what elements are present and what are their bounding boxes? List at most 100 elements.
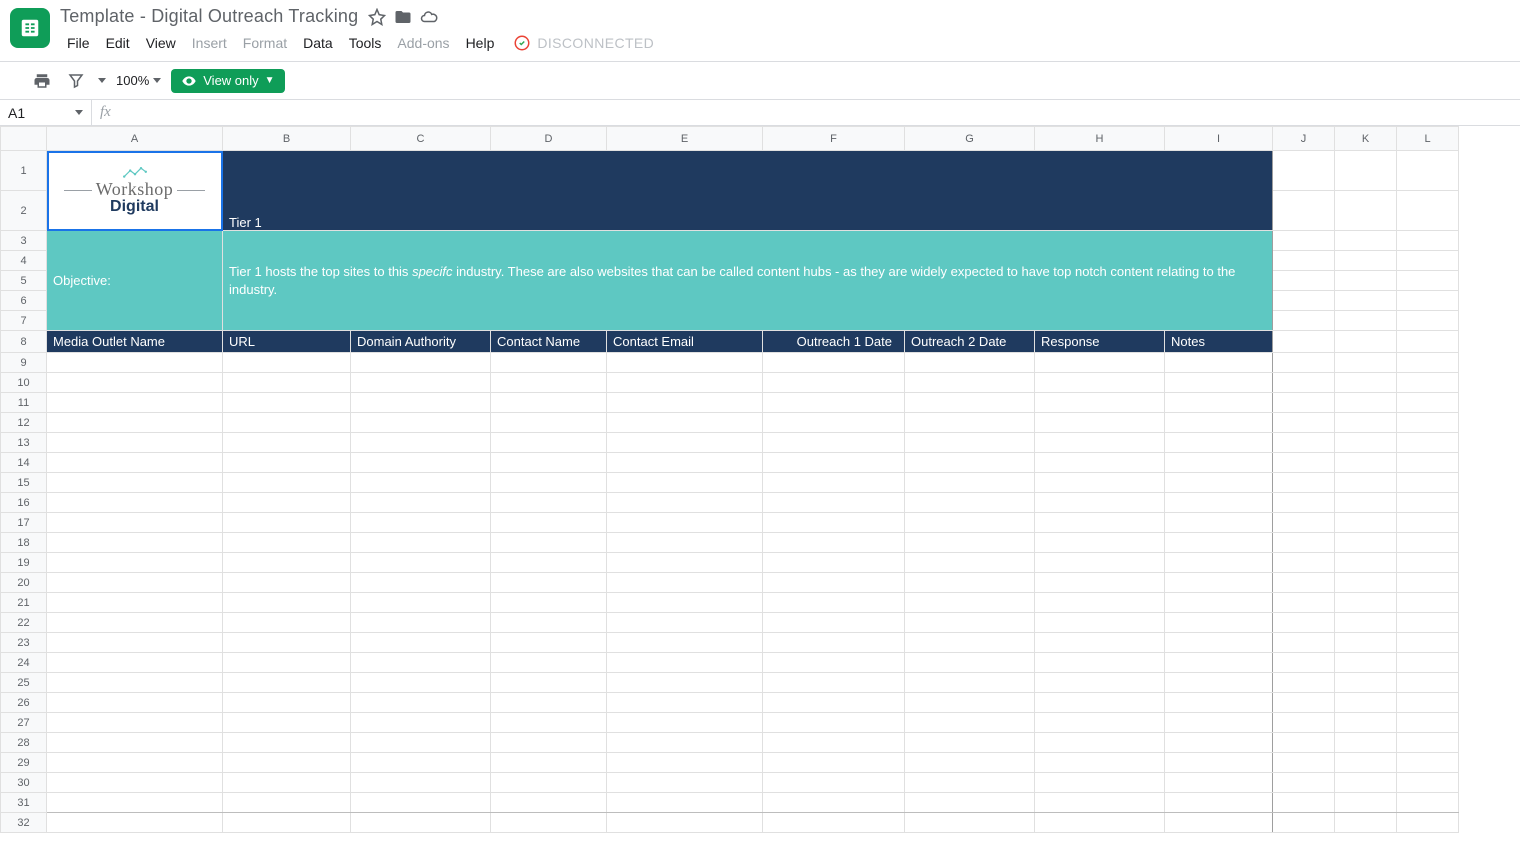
cell[interactable]	[905, 713, 1035, 733]
cell[interactable]	[491, 513, 607, 533]
row-header[interactable]: 30	[1, 773, 47, 793]
cell[interactable]	[1165, 393, 1273, 413]
cell[interactable]	[1335, 393, 1397, 413]
cell[interactable]	[47, 673, 223, 693]
cell[interactable]	[47, 593, 223, 613]
cell[interactable]	[763, 673, 905, 693]
cell[interactable]	[351, 633, 491, 653]
cell[interactable]	[1335, 713, 1397, 733]
cell[interactable]	[1397, 453, 1459, 473]
cell[interactable]	[491, 773, 607, 793]
cell[interactable]	[47, 793, 223, 813]
col-header[interactable]: A	[47, 127, 223, 151]
cell[interactable]	[1397, 231, 1459, 251]
print-icon[interactable]	[30, 69, 54, 93]
cell[interactable]	[47, 573, 223, 593]
cell[interactable]	[607, 653, 763, 673]
cell[interactable]	[1035, 693, 1165, 713]
col-header[interactable]: K	[1335, 127, 1397, 151]
cell[interactable]	[351, 653, 491, 673]
cell[interactable]	[763, 533, 905, 553]
cell[interactable]	[491, 613, 607, 633]
cell[interactable]	[1035, 393, 1165, 413]
cell[interactable]	[351, 413, 491, 433]
cell[interactable]	[1273, 733, 1335, 753]
row-header[interactable]: 9	[1, 353, 47, 373]
row-header[interactable]: 29	[1, 753, 47, 773]
cell[interactable]	[1165, 553, 1273, 573]
cell[interactable]	[491, 353, 607, 373]
spreadsheet-grid[interactable]: A B C D E F G H I J K L 1 Workshop Digit…	[0, 126, 1520, 833]
row-header[interactable]: 3	[1, 231, 47, 251]
cell[interactable]	[607, 553, 763, 573]
cell[interactable]	[763, 713, 905, 733]
cell[interactable]	[905, 373, 1035, 393]
cell[interactable]	[763, 353, 905, 373]
cell[interactable]	[905, 493, 1035, 513]
cell[interactable]	[1165, 613, 1273, 633]
cell[interactable]	[351, 673, 491, 693]
cell[interactable]	[351, 533, 491, 553]
cell[interactable]	[763, 473, 905, 493]
row-header[interactable]: 22	[1, 613, 47, 633]
cell[interactable]	[1165, 433, 1273, 453]
cell[interactable]	[1165, 773, 1273, 793]
menu-tools[interactable]: Tools	[342, 31, 389, 55]
row-header[interactable]: 13	[1, 433, 47, 453]
cell[interactable]	[47, 753, 223, 773]
doc-title[interactable]: Template - Digital Outreach Tracking	[60, 6, 358, 27]
cell[interactable]	[763, 593, 905, 613]
cell[interactable]	[491, 493, 607, 513]
cell[interactable]	[223, 533, 351, 553]
cell[interactable]	[1273, 713, 1335, 733]
cell[interactable]	[1397, 713, 1459, 733]
cell[interactable]	[1165, 693, 1273, 713]
cell[interactable]	[763, 513, 905, 533]
cell[interactable]	[491, 413, 607, 433]
cell[interactable]	[1335, 151, 1397, 191]
cell[interactable]	[223, 713, 351, 733]
cell[interactable]	[1035, 813, 1165, 833]
cell[interactable]	[1397, 373, 1459, 393]
cell[interactable]	[905, 693, 1035, 713]
cell[interactable]	[1165, 733, 1273, 753]
cell[interactable]	[47, 473, 223, 493]
cell[interactable]	[1035, 673, 1165, 693]
cell[interactable]	[1035, 633, 1165, 653]
cell[interactable]	[1273, 271, 1335, 291]
cell[interactable]	[1165, 793, 1273, 813]
cell[interactable]	[351, 553, 491, 573]
cell[interactable]	[1335, 693, 1397, 713]
cell[interactable]	[1397, 353, 1459, 373]
cell[interactable]	[1397, 331, 1459, 353]
cell[interactable]	[1273, 473, 1335, 493]
cell[interactable]	[47, 533, 223, 553]
cell[interactable]	[491, 373, 607, 393]
col-header[interactable]: J	[1273, 127, 1335, 151]
cell[interactable]	[1335, 353, 1397, 373]
cell[interactable]	[351, 733, 491, 753]
logo-cell[interactable]: Workshop Digital	[47, 151, 223, 231]
cell[interactable]	[1273, 673, 1335, 693]
cell[interactable]	[1397, 271, 1459, 291]
cell[interactable]	[607, 713, 763, 733]
cell[interactable]	[1397, 311, 1459, 331]
cell[interactable]	[223, 673, 351, 693]
cell[interactable]	[763, 393, 905, 413]
cell[interactable]	[1035, 473, 1165, 493]
cell[interactable]	[905, 653, 1035, 673]
cell[interactable]	[351, 433, 491, 453]
cell[interactable]	[1273, 453, 1335, 473]
cell[interactable]	[223, 413, 351, 433]
cell[interactable]	[607, 513, 763, 533]
cell[interactable]	[1273, 251, 1335, 271]
cell[interactable]	[1273, 773, 1335, 793]
cell[interactable]	[607, 573, 763, 593]
star-icon[interactable]	[368, 8, 386, 26]
cell[interactable]	[1335, 453, 1397, 473]
cell[interactable]	[1273, 353, 1335, 373]
cell[interactable]	[223, 793, 351, 813]
cell[interactable]	[905, 453, 1035, 473]
cell[interactable]	[1397, 251, 1459, 271]
row-header[interactable]: 15	[1, 473, 47, 493]
